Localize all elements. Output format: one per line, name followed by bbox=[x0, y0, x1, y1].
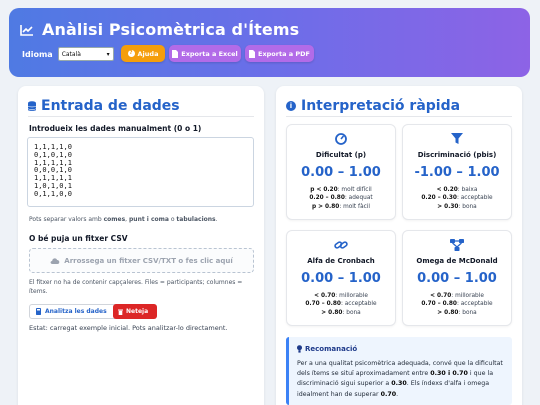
data-textarea[interactable]: 1,1,1,1,0 0,1,0,1,0 1,1,1,1,1 0,0,0,1,0 … bbox=[27, 137, 254, 207]
legend-value: : molt fàcil bbox=[339, 203, 371, 210]
trash-icon bbox=[118, 309, 123, 315]
cronbach-alpha-card: Alfa de Cronbach 0.00 – 1.00 < 0.70: mil… bbox=[286, 230, 396, 326]
data-input-title-text: Entrada de dades bbox=[41, 98, 180, 114]
clear-button[interactable]: Neteja bbox=[113, 304, 157, 319]
separator-hint: Pots separar valors amb comes, punt i co… bbox=[29, 215, 218, 224]
csv-dropzone[interactable]: Arrossega un fitxer CSV/TXT o fes clic a… bbox=[29, 248, 254, 273]
help-button[interactable]: ? Ajuda bbox=[121, 45, 165, 62]
legend-value: : molt difícil bbox=[337, 187, 372, 193]
legend-key: 0.70 – 0.80 bbox=[421, 301, 457, 308]
legend-key: > 0.30 bbox=[437, 203, 459, 210]
export-excel-label: Exporta a Excel bbox=[181, 49, 238, 58]
app-header: Anàlisi Psicomètrica d'Ítems Idioma Cata… bbox=[9, 8, 530, 77]
rec-bold: 0.30 i 0.70 bbox=[430, 370, 468, 378]
legend-key: 0.20 – 0.80 bbox=[309, 195, 345, 202]
legend-value: : bona bbox=[342, 309, 361, 316]
data-input-panel: Entrada de dades Introdueix les dades ma… bbox=[18, 86, 264, 405]
card-title: Omega de McDonald bbox=[416, 257, 498, 265]
legend-value: : bona bbox=[458, 203, 477, 210]
card-title: Discriminació (pbis) bbox=[417, 151, 497, 159]
legend-key: < 0.70 bbox=[430, 293, 452, 299]
rec-bold: 0.30 bbox=[391, 380, 407, 388]
title-divider bbox=[28, 116, 254, 117]
mcdonald-omega-card: Omega de McDonald 0.00 – 1.00 < 0.70: mi… bbox=[402, 230, 512, 326]
interpretation-title: i Interpretació ràpida bbox=[286, 98, 460, 114]
dropzone-text: Arrossega un fitxer CSV/TXT o fes clic a… bbox=[64, 256, 233, 265]
export-pdf-label: Exporta a PDF bbox=[258, 49, 310, 58]
legend-value: : millorable bbox=[335, 293, 368, 299]
discrimination-card: Discriminació (pbis) -1.00 – 1.00 < 0.20… bbox=[402, 124, 512, 220]
legend-value: : millorable bbox=[451, 293, 484, 299]
legend-key: 0.70 – 0.80 bbox=[305, 301, 341, 308]
title-divider bbox=[286, 116, 512, 117]
recommendation-title-text: Recomanació bbox=[305, 345, 358, 353]
card-range: 0.00 – 1.00 bbox=[301, 271, 381, 286]
legend-key: 0.20 – 0.30 bbox=[421, 195, 457, 202]
app-title: Anàlisi Psicomètrica d'Ítems bbox=[42, 20, 300, 39]
recommendation-title: Recomanació bbox=[297, 345, 357, 353]
legend-key: < 0.70 bbox=[314, 293, 336, 299]
info-icon: i bbox=[286, 101, 296, 111]
legend-key: < 0.20 bbox=[436, 187, 458, 193]
app-title-group: Anàlisi Psicomètrica d'Ítems bbox=[20, 20, 299, 39]
rec-bold: 0.70 bbox=[380, 390, 397, 398]
hint-commas: comes bbox=[103, 216, 126, 223]
gauge-icon bbox=[335, 133, 347, 145]
legend-value: : acceptable bbox=[456, 195, 493, 202]
question-icon: ? bbox=[127, 50, 135, 57]
csv-upload-label: O bé puja un fitxer CSV bbox=[29, 234, 128, 243]
chart-line-icon bbox=[20, 24, 33, 36]
language-select-value: Català bbox=[61, 50, 81, 58]
hint-tabs: tabulacions bbox=[176, 216, 216, 223]
card-legend: < 0.20: baixa 0.20 – 0.30: acceptable > … bbox=[403, 186, 511, 211]
legend-value: : acceptable bbox=[456, 301, 493, 308]
legend-key: p > 0.80 bbox=[311, 203, 340, 210]
recommendation-body: Per a una qualitat psicomètrica adequada… bbox=[297, 359, 509, 400]
clear-button-label: Neteja bbox=[126, 308, 149, 315]
legend-value: : acceptable bbox=[340, 301, 377, 308]
rec-text: . bbox=[396, 390, 399, 398]
legend-value: : baixa bbox=[457, 187, 478, 193]
card-range: 0.00 – 1.00 bbox=[417, 271, 497, 286]
language-label: Idioma bbox=[22, 49, 53, 59]
file-pdf-icon bbox=[249, 49, 256, 58]
card-legend: p < 0.20: molt difícil 0.20 – 0.80: adeq… bbox=[287, 186, 395, 211]
card-title: Alfa de Cronbach bbox=[307, 257, 375, 265]
data-input-title: Entrada de dades bbox=[28, 98, 180, 114]
card-range: 0.00 – 1.00 bbox=[301, 165, 381, 180]
card-range: -1.00 – 1.00 bbox=[414, 165, 500, 180]
legend-value: : adequat bbox=[344, 195, 373, 202]
filter-icon bbox=[451, 133, 463, 144]
hint-end: . bbox=[215, 216, 218, 223]
status-text: Estat: carregat exemple inicial. Pots an… bbox=[29, 324, 228, 332]
csv-hint: El fitxer no ha de contenir capçaleres. … bbox=[29, 279, 243, 295]
export-excel-button[interactable]: Exporta a Excel bbox=[169, 45, 241, 62]
hint-text: Pots separar valors amb bbox=[29, 216, 104, 223]
legend-key: > 0.80 bbox=[321, 309, 343, 316]
help-button-label: Ajuda bbox=[137, 49, 159, 58]
network-icon bbox=[450, 239, 464, 251]
chevron-down-icon: ▾ bbox=[106, 50, 110, 58]
link-icon bbox=[334, 241, 348, 249]
calculator-icon bbox=[36, 308, 41, 315]
language-select[interactable]: Català ▾ bbox=[57, 47, 114, 61]
toolbar: Idioma Català ▾ bbox=[22, 45, 114, 63]
cloud-upload-icon bbox=[50, 258, 60, 264]
legend-key: > 0.80 bbox=[437, 309, 459, 316]
hint-semicolon: punt i coma bbox=[129, 216, 169, 223]
lightbulb-icon bbox=[297, 345, 302, 353]
legend-key: p < 0.20 bbox=[310, 187, 338, 193]
card-title: Dificultat (p) bbox=[315, 151, 367, 159]
analyze-button-label: Analitza les dades bbox=[45, 308, 107, 315]
legend-value: : bona bbox=[458, 309, 477, 316]
card-legend: < 0.70: millorable 0.70 – 0.80: acceptab… bbox=[287, 292, 395, 317]
interpretation-title-text: Interpretació ràpida bbox=[301, 98, 461, 114]
export-pdf-button[interactable]: Exporta a PDF bbox=[245, 45, 314, 62]
difficulty-card: Dificultat (p) 0.00 – 1.00 p < 0.20: mol… bbox=[286, 124, 396, 220]
database-icon bbox=[28, 100, 36, 111]
manual-input-label: Introdueix les dades manualment (0 o 1) bbox=[29, 124, 202, 133]
card-legend: < 0.70: millorable 0.70 – 0.80: acceptab… bbox=[403, 292, 511, 317]
file-excel-icon bbox=[172, 49, 179, 58]
recommendation-box: Recomanació Per a una qualitat psicomètr… bbox=[286, 337, 512, 405]
